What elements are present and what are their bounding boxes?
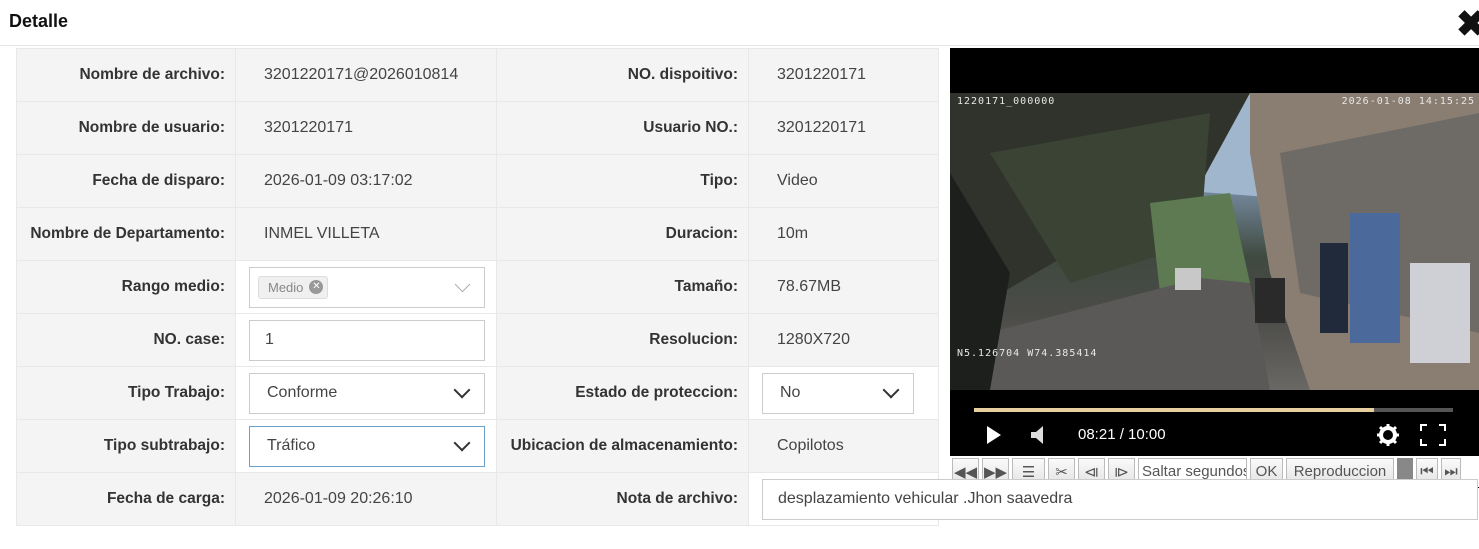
value-duration: 10m: [748, 207, 939, 261]
progress-bar[interactable]: [974, 408, 1453, 412]
label-case-no: NO. case:: [16, 313, 236, 367]
table-row: Nombre de usuario: 3201220171 Usuario NO…: [16, 101, 939, 155]
table-row: Tipo Trabajo: Conforme Estado de protecc…: [16, 366, 939, 420]
table-row: Nombre de archivo: 3201220171@2026010814…: [16, 48, 939, 102]
label-user-no: Usuario NO.:: [496, 101, 749, 155]
osd-filename: 1220171_000000: [957, 96, 1056, 107]
label-subwork-type: Tipo subtrabajo:: [16, 419, 236, 473]
label-file-note: Nota de archivo:: [496, 472, 749, 526]
fullscreen-icon[interactable]: [1420, 424, 1446, 446]
media-range-select[interactable]: Medio ✕: [249, 266, 485, 308]
file-note-input[interactable]: desplazamiento vehicular .Jhon saavedra: [762, 478, 1478, 520]
table-row: Fecha de carga: 2026-01-09 20:26:10 Nota…: [16, 472, 1478, 526]
value-resolution: 1280X720: [748, 313, 939, 367]
table-row: Fecha de disparo: 2026-01-09 03:17:02 Ti…: [16, 154, 939, 208]
subwork-type-select[interactable]: Tráfico: [249, 425, 485, 467]
value-upload-date: 2026-01-09 20:26:10: [235, 472, 497, 526]
label-device-no: NO. dispoitivo:: [496, 48, 749, 102]
label-trigger-date: Fecha de disparo:: [16, 154, 236, 208]
chevron-down-icon: [453, 434, 471, 452]
protection-status-select[interactable]: No: [762, 372, 914, 414]
label-work-type: Tipo Trabajo:: [16, 366, 236, 420]
video-player[interactable]: 1220171_000000 2026-01-08 14:15:25 N5.12…: [950, 48, 1479, 488]
table-row: Nombre de Departamento: INMEL VILLETA Du…: [16, 207, 939, 261]
remove-tag-icon[interactable]: ✕: [309, 280, 324, 294]
time-display: 08:21 / 10:00: [1078, 426, 1166, 443]
value-trigger-date: 2026-01-09 03:17:02: [235, 154, 497, 208]
osd-datetime: 2026-01-08 14:15:25: [1341, 96, 1475, 107]
play-icon[interactable]: [986, 426, 1002, 444]
label-duration: Duracion:: [496, 207, 749, 261]
value-user-no: 3201220171: [748, 101, 939, 155]
value-storage-location: Copilotos: [748, 419, 939, 473]
chevron-down-icon: [453, 381, 471, 399]
chevron-down-icon: [454, 276, 471, 292]
progress-fill: [974, 408, 1374, 412]
media-range-tag: Medio ✕: [258, 275, 329, 299]
dialog-title: Detalle: [9, 11, 69, 31]
label-storage-location: Ubicacion de almacenamiento:: [496, 419, 749, 473]
label-size: Tamaño:: [496, 260, 749, 314]
label-resolution: Resolucion:: [496, 313, 749, 367]
label-upload-date: Fecha de carga:: [16, 472, 236, 526]
label-type: Tipo:: [496, 154, 749, 208]
label-protection-status: Estado de proteccion:: [496, 366, 749, 420]
value-size: 78.67MB: [748, 260, 939, 314]
value-user-name: 3201220171: [235, 101, 497, 155]
value-type: Video: [748, 154, 939, 208]
detail-table: Nombre de archivo: 3201220171@2026010814…: [16, 48, 1478, 526]
value-file-name: 3201220171@2026010814: [235, 48, 497, 102]
work-type-select[interactable]: Conforme: [249, 372, 485, 414]
volume-icon[interactable]: [1030, 426, 1048, 444]
value-department: INMEL VILLETA: [235, 207, 497, 261]
table-row: Rango medio: Medio ✕ Tamaño: 78.67MB: [16, 260, 939, 314]
value-device-no: 3201220171: [748, 48, 939, 102]
label-file-name: Nombre de archivo:: [16, 48, 236, 102]
case-no-input[interactable]: 1: [249, 319, 485, 361]
media-range-tag-label: Medio: [268, 279, 304, 295]
settings-gear-icon[interactable]: [1377, 424, 1399, 446]
table-row: Tipo subtrabajo: Tráfico Ubicacion de al…: [16, 419, 939, 473]
table-row: NO. case: 1 Resolucion: 1280X720: [16, 313, 939, 367]
osd-gps: N5.126704 W74.385414: [957, 348, 1098, 359]
player-controls: 08:21 / 10:00: [950, 418, 1479, 453]
label-department: Nombre de Departamento:: [16, 207, 236, 261]
dialog-header: Detalle ✖: [0, 0, 1479, 46]
label-media-range: Rango medio:: [16, 260, 236, 314]
street-scene-image: [950, 93, 1479, 390]
chevron-down-icon: [882, 381, 900, 399]
video-frame: 1220171_000000 2026-01-08 14:15:25 N5.12…: [950, 93, 1479, 390]
label-user-name: Nombre de usuario:: [16, 101, 236, 155]
close-icon[interactable]: ✖: [1456, 6, 1479, 42]
